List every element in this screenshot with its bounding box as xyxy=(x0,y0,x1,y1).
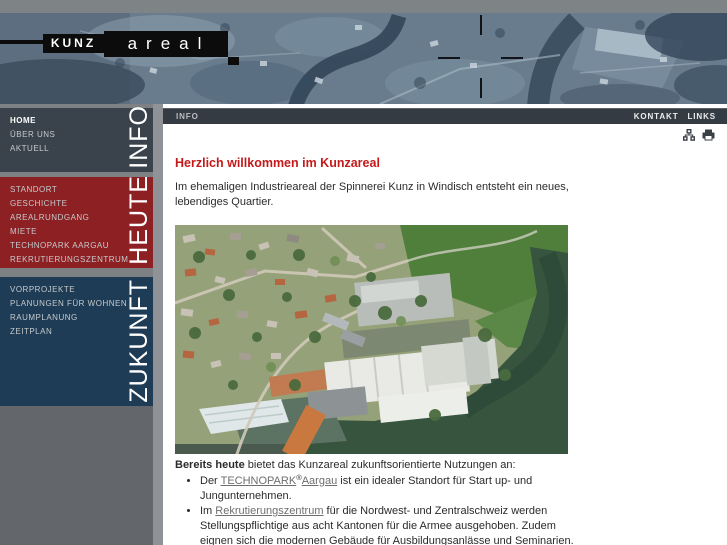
sidebar-section-zukunft: VORPROJEKTE PLANUNGEN FÜR WOHNEN RAUMPLA… xyxy=(0,277,153,406)
sidebar-footer-area xyxy=(0,406,153,545)
vertical-label-heute: HEUTE xyxy=(125,175,153,265)
usage-list: Der TECHNOPARK®Aargau ist ein idealer St… xyxy=(175,473,587,545)
print-icon[interactable] xyxy=(702,129,715,141)
intro-paragraph: Im ehemaligen Industrieareal der Spinner… xyxy=(175,181,569,208)
sidebar: HOME ÜBER UNS AKTUELL INFO STANDORT GESC… xyxy=(0,104,153,545)
logo-rule xyxy=(0,40,45,44)
logo-areal[interactable]: areal xyxy=(104,31,228,57)
topbar-links: KONTAKT LINKS xyxy=(634,112,716,121)
top-strip xyxy=(0,0,727,13)
content-aerial-photo xyxy=(175,225,568,454)
sidebar-divider-strip xyxy=(153,104,163,545)
banner: KUNZ areal xyxy=(0,13,727,104)
kontakt-link[interactable]: KONTAKT xyxy=(634,112,679,121)
logo-square xyxy=(228,57,239,65)
sitemap-icon[interactable] xyxy=(683,129,695,141)
list-item-technopark: Der TECHNOPARK®Aargau ist ein idealer St… xyxy=(200,473,587,504)
banner-aerial-photo xyxy=(0,13,727,104)
lead-bold: Bereits heute xyxy=(175,459,245,471)
toolbar-icons xyxy=(683,129,715,141)
content-top-bar: INFO KONTAKT LINKS xyxy=(163,108,727,124)
aargau-link[interactable]: Aargau xyxy=(302,475,337,487)
bullet2-pre: Im xyxy=(200,505,216,517)
lead-paragraph: Bereits heute bietet das Kunzareal zukun… xyxy=(175,458,585,473)
list-item-rekrutierungszentrum: Im Rekrutierungszentrum für die Nordwest… xyxy=(200,504,587,545)
technopark-link[interactable]: TECHNOPARK xyxy=(221,475,297,487)
page: KUNZ areal HOME ÜBER UNS AKTUELL INFO ST… xyxy=(0,0,727,545)
sidebar-section-heute: STANDORT GESCHICHTE AREALRUNDGANG MIETE … xyxy=(0,175,153,268)
sidebar-section-info: HOME ÜBER UNS AKTUELL INFO xyxy=(0,105,153,172)
logo-kunz[interactable]: KUNZ xyxy=(43,34,104,53)
lead-rest: bietet das Kunzareal zukunftsorientierte… xyxy=(244,459,516,471)
vertical-label-zukunft: ZUKUNFT xyxy=(125,279,153,403)
rekrutierungszentrum-link[interactable]: Rekrutierungszentrum xyxy=(215,505,323,517)
vertical-label-info: INFO xyxy=(125,105,153,169)
registered-mark: ® xyxy=(296,473,302,482)
links-link[interactable]: LINKS xyxy=(688,112,717,121)
bullet1-pre: Der xyxy=(200,475,221,487)
page-title: Herzlich willkommen im Kunzareal xyxy=(175,156,380,170)
section-indicator: INFO xyxy=(176,112,199,121)
